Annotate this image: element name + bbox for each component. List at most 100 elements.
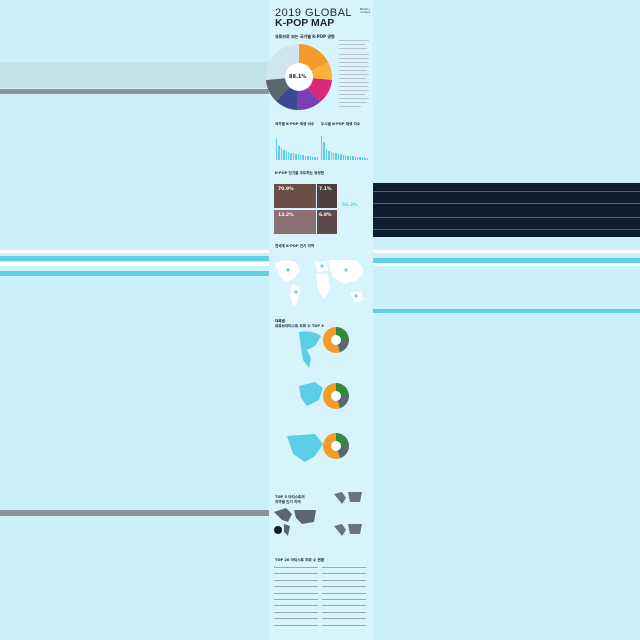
regions-heading-line1: 대륙별 xyxy=(275,319,285,323)
bar xyxy=(300,155,302,160)
bar xyxy=(278,146,280,160)
bar xyxy=(361,157,364,160)
region-europe-map xyxy=(299,382,323,406)
list-item xyxy=(274,605,318,607)
share-legend-text xyxy=(339,40,369,115)
list-item xyxy=(274,599,318,600)
list-item xyxy=(322,573,366,575)
bar xyxy=(330,152,332,160)
list-item xyxy=(274,567,318,568)
map-dot-3 xyxy=(320,264,324,268)
stat-d: 6.8% xyxy=(319,213,332,218)
bar xyxy=(312,157,314,160)
regions-heading-line2: 유튜브아티스트 조회 수 TOP 3 xyxy=(275,324,324,328)
top3-map-main xyxy=(274,508,316,536)
map-dot-2 xyxy=(294,290,298,294)
bar xyxy=(349,156,352,160)
world-heading: 전세계 K-POP 인기 지역 xyxy=(275,244,315,248)
list-item xyxy=(322,586,366,587)
bar xyxy=(333,153,335,160)
bar xyxy=(340,154,342,160)
bar xyxy=(352,156,354,160)
world-map xyxy=(275,260,364,308)
bar xyxy=(280,148,283,160)
list-item xyxy=(274,624,318,626)
region-asia-map xyxy=(287,434,323,462)
list-item xyxy=(322,599,366,600)
bar xyxy=(347,156,349,160)
bar xyxy=(337,154,340,160)
bg-stripe-light xyxy=(0,62,276,88)
stat-c: 13.2% xyxy=(278,213,294,218)
region-americas-map xyxy=(299,331,321,368)
bar xyxy=(304,156,307,160)
top3-heading-line2: 지역별 인기 지역 xyxy=(275,500,301,504)
map-dot-4 xyxy=(344,268,348,272)
donut-center-value: 88.1% xyxy=(289,74,307,80)
bar xyxy=(321,136,323,160)
stat-dark: 54.3% xyxy=(342,203,358,208)
top3-map-small-2 xyxy=(334,524,362,536)
bar xyxy=(288,152,290,160)
bar xyxy=(283,150,285,160)
title-line2: K-POP MAP xyxy=(275,17,335,29)
bar xyxy=(307,156,309,160)
list-item xyxy=(322,618,366,619)
list-item xyxy=(322,579,366,581)
bar xyxy=(295,154,297,160)
top3-heading-line1: TOP 3 아티스트의 xyxy=(275,495,305,499)
top3-map-small-1 xyxy=(334,492,362,504)
charts-right-heading: 도시별 K-POP 재생 지수 xyxy=(321,122,361,126)
list-item xyxy=(322,592,366,594)
top20-list xyxy=(274,567,370,633)
list-item xyxy=(274,579,318,581)
bar xyxy=(290,153,292,160)
bg-stripe-grey xyxy=(0,89,276,94)
views-heading: K-POP 인기를 주도하는 유명한 xyxy=(275,171,325,175)
map-south-america xyxy=(290,284,300,308)
list-item xyxy=(322,624,366,626)
list-item xyxy=(322,605,366,607)
stat-b: 7.1% xyxy=(319,187,332,192)
stat-a: 70.9% xyxy=(278,187,294,192)
ministry-logo: Ministry Culture xyxy=(340,8,370,15)
bar xyxy=(366,158,368,160)
bar xyxy=(328,151,330,160)
bar xyxy=(359,157,361,160)
share-heading: 유튜브로 보는 국가별 K-POP 영향 xyxy=(275,34,335,39)
bar xyxy=(316,157,319,160)
bar xyxy=(335,153,337,160)
bar xyxy=(309,156,311,160)
bar xyxy=(323,142,325,160)
bg-stripe-cyan-1 xyxy=(0,256,270,261)
map-dot-1 xyxy=(286,268,290,272)
bar xyxy=(297,154,299,160)
list-item xyxy=(274,618,318,619)
bg-stripe-cyan-4 xyxy=(370,309,640,313)
logo-line2: Culture xyxy=(360,10,370,14)
list-item xyxy=(274,611,318,613)
list-item xyxy=(322,567,366,568)
map-asia xyxy=(328,260,364,284)
map-africa xyxy=(316,274,330,300)
bar xyxy=(364,158,366,160)
list-item xyxy=(274,592,318,594)
country-bar-chart xyxy=(276,136,320,160)
region-asia-donut xyxy=(323,433,349,459)
city-bar-chart xyxy=(321,136,369,160)
bg-stripe-cyan-3 xyxy=(370,258,640,263)
bar xyxy=(285,151,287,160)
list-item xyxy=(322,611,366,613)
bar xyxy=(276,138,278,160)
map-dot-5 xyxy=(354,294,358,298)
list-item xyxy=(274,573,318,575)
bar xyxy=(354,157,356,160)
top20-heading: TOP 20 아티스트 조회 수 현황 xyxy=(275,558,325,562)
bar xyxy=(345,155,347,160)
bar xyxy=(314,157,316,160)
bar xyxy=(302,155,304,160)
bg-stripe-cyan-2 xyxy=(0,271,270,276)
bar xyxy=(357,157,359,160)
bar xyxy=(325,149,328,160)
dark-band xyxy=(338,183,640,237)
